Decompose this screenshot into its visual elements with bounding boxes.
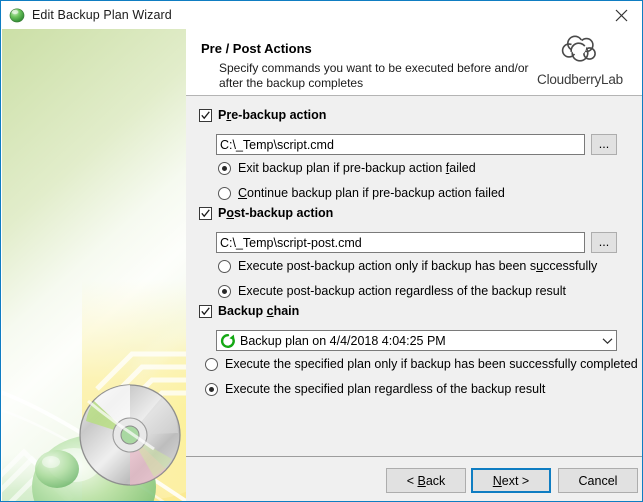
back-button[interactable]: < Back (386, 468, 466, 493)
window-title: Edit Backup Plan Wizard (32, 8, 172, 22)
post-backup-path-input[interactable] (216, 232, 585, 253)
backup-chain-checkbox-label: Backup chain (218, 304, 300, 318)
pre-backup-option-exit-label: Exit backup plan if pre-backup action fa… (238, 161, 476, 175)
pre-backup-option-continue-label: Continue backup plan if pre-backup actio… (238, 186, 505, 200)
pre-backup-checkbox[interactable]: Pre-backup action (199, 108, 326, 122)
pre-backup-checkbox-label: Pre-backup action (218, 108, 327, 122)
wizard-footer: < Back Next > Cancel (186, 456, 642, 501)
page-title: Pre / Post Actions (201, 41, 312, 56)
checkmark-icon (201, 208, 210, 217)
checkbox-box (199, 304, 212, 318)
radio-indicator (218, 161, 231, 175)
backup-chain-option-regardless-label: Execute the specified plan regardless of… (225, 382, 546, 396)
backup-chain-plan-dropdown[interactable]: Backup plan on 4/4/2018 4:04:25 PM (216, 330, 617, 351)
wizard-header: Pre / Post Actions Specify commands you … (186, 29, 642, 96)
sidebar-artwork (2, 29, 186, 501)
checkbox-box (199, 108, 212, 122)
pre-backup-path-input[interactable] (216, 134, 585, 155)
checkmark-icon (201, 306, 210, 315)
chevron-down-icon[interactable] (598, 337, 616, 345)
wizard-content: Pre-backup action ... Exit backup plan i… (186, 96, 642, 456)
radio-indicator (218, 259, 231, 273)
radio-indicator (205, 357, 218, 371)
post-backup-option-success-only-label: Execute post-backup action only if backu… (238, 259, 598, 273)
radio-indicator (205, 382, 218, 396)
green-orb-icon (9, 7, 25, 23)
cloudberry-cloud-icon (525, 33, 635, 71)
backup-chain-option-success-only[interactable]: Execute the specified plan only if backu… (205, 357, 638, 371)
wizard-sidebar-graphic (2, 29, 186, 501)
brand-logo: CloudberryLab (525, 33, 635, 87)
green-refresh-icon (220, 333, 236, 349)
post-backup-option-success-only[interactable]: Execute post-backup action only if backu… (218, 259, 597, 273)
cancel-button[interactable]: Cancel (558, 468, 638, 493)
post-backup-option-regardless[interactable]: Execute post-backup action regardless of… (218, 284, 566, 298)
backup-chain-option-success-only-label: Execute the specified plan only if backu… (225, 357, 638, 371)
post-backup-option-regardless-label: Execute post-backup action regardless of… (238, 284, 566, 298)
radio-indicator (218, 284, 231, 298)
backup-chain-option-regardless[interactable]: Execute the specified plan regardless of… (205, 382, 545, 396)
page-subtitle: Specify commands you want to be executed… (219, 61, 529, 90)
radio-indicator (218, 186, 231, 200)
pre-backup-browse-button[interactable]: ... (591, 134, 617, 155)
backup-chain-selected-plan: Backup plan on 4/4/2018 4:04:25 PM (240, 333, 446, 348)
close-icon (615, 9, 628, 21)
close-button[interactable] (599, 1, 642, 29)
pre-backup-option-continue[interactable]: Continue backup plan if pre-backup actio… (218, 186, 505, 200)
checkmark-icon (201, 110, 210, 119)
wizard-window: Edit Backup Plan Wizard Pre / Post Actio… (0, 0, 643, 502)
title-bar: Edit Backup Plan Wizard (1, 1, 642, 29)
backup-chain-checkbox[interactable]: Backup chain (199, 304, 299, 318)
checkbox-box (199, 206, 212, 220)
next-button[interactable]: Next > (471, 468, 551, 493)
brand-name: CloudberryLab (537, 72, 623, 87)
post-backup-checkbox[interactable]: Post-backup action (199, 206, 333, 220)
post-backup-checkbox-label: Post-backup action (218, 206, 334, 220)
post-backup-browse-button[interactable]: ... (591, 232, 617, 253)
pre-backup-option-exit[interactable]: Exit backup plan if pre-backup action fa… (218, 161, 476, 175)
